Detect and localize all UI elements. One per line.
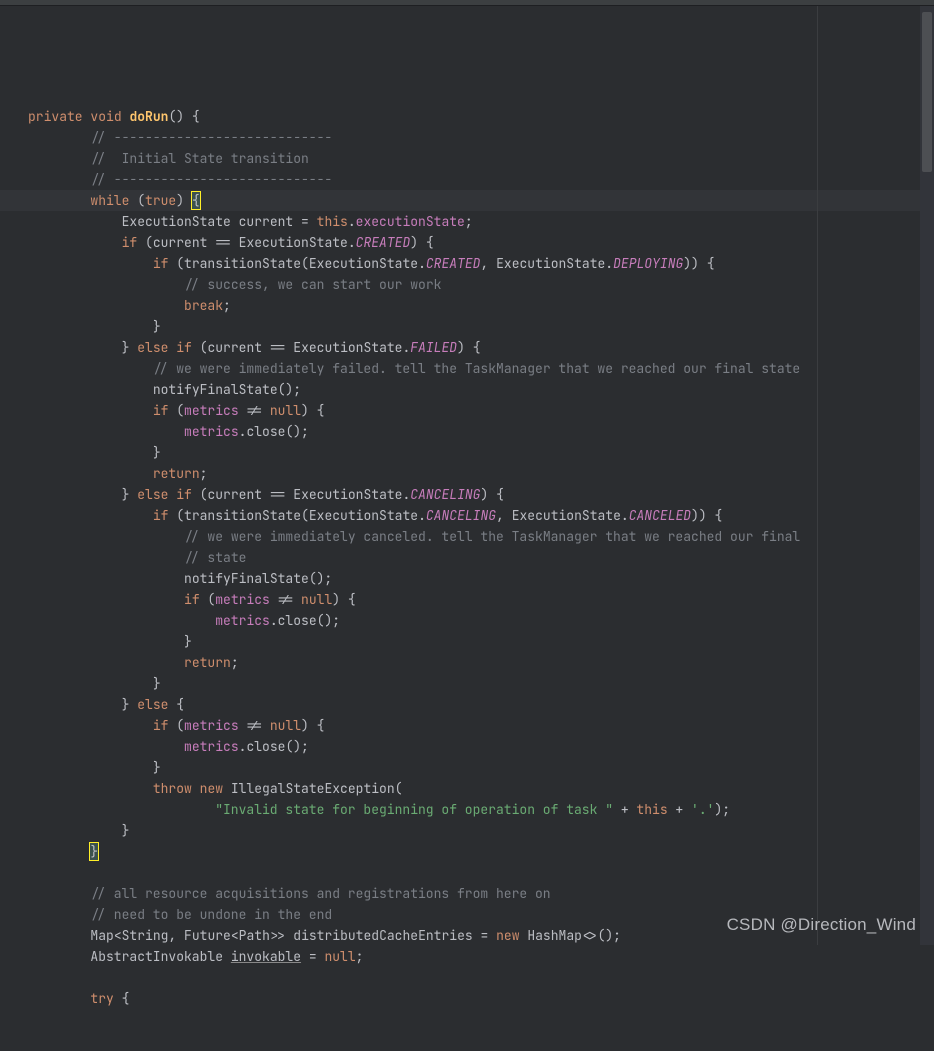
scroll-thumb[interactable] (922, 12, 932, 172)
code-line[interactable]: AbstractInvokable invokable = null; (28, 946, 920, 967)
code-line[interactable]: if (transitionState(ExecutionState.CANCE… (28, 505, 920, 526)
code-line[interactable]: } (28, 442, 920, 463)
code-line[interactable]: private void doRun() { (28, 106, 920, 127)
code-line[interactable]: if (metrics != null) { (28, 400, 920, 421)
code-line[interactable]: metrics.close(); (28, 736, 920, 757)
code-line[interactable]: // success, we can start our work (28, 274, 920, 295)
code-line[interactable]: // ---------------------------- (28, 169, 920, 190)
editor-area: private void doRun() { // --------------… (0, 6, 934, 945)
code-line[interactable]: // state (28, 547, 920, 568)
code-line[interactable]: // we were immediately failed. tell the … (28, 358, 920, 379)
code-line[interactable]: // ---------------------------- (28, 127, 920, 148)
gutter (0, 6, 12, 945)
code-line[interactable]: } (28, 316, 920, 337)
code-line[interactable]: } else { (28, 694, 920, 715)
code-line[interactable]: if (transitionState(ExecutionState.CREAT… (28, 253, 920, 274)
code-line[interactable]: "Invalid state for beginning of operatio… (28, 799, 920, 820)
code-line[interactable]: notifyFinalState(); (28, 379, 920, 400)
code-line[interactable]: try { (28, 988, 920, 1009)
code-viewport[interactable]: private void doRun() { // --------------… (12, 6, 920, 945)
code-line[interactable]: } (28, 631, 920, 652)
code-line[interactable]: // Initial State transition (28, 148, 920, 169)
code-line[interactable]: } else if (current == ExecutionState.FAI… (28, 337, 920, 358)
code-line[interactable]: throw new IllegalStateException( (28, 778, 920, 799)
code-line[interactable]: notifyFinalState(); (28, 568, 920, 589)
code-line[interactable]: while (true) { (0, 190, 920, 211)
code-line[interactable]: return; (28, 652, 920, 673)
code-line[interactable]: // we were immediately canceled. tell th… (28, 526, 920, 547)
right-margin-guide (817, 6, 818, 945)
code-line[interactable]: // all resource acquisitions and registr… (28, 883, 920, 904)
code-line[interactable]: } else if (current == ExecutionState.CAN… (28, 484, 920, 505)
code-line[interactable]: } (28, 673, 920, 694)
watermark-text: CSDN @Direction_Wind (727, 914, 916, 935)
code-line[interactable]: if (metrics != null) { (28, 715, 920, 736)
code-line[interactable]: if (current == ExecutionState.CREATED) { (28, 232, 920, 253)
code-line[interactable]: ExecutionState current = this.executionS… (28, 211, 920, 232)
code-line[interactable] (28, 862, 920, 883)
code-line[interactable]: break; (28, 295, 920, 316)
code-line[interactable] (28, 85, 920, 106)
code-line[interactable]: } (28, 757, 920, 778)
code-line[interactable]: metrics.close(); (28, 610, 920, 631)
code-line[interactable] (28, 967, 920, 988)
code-line[interactable]: metrics.close(); (28, 421, 920, 442)
code-line[interactable]: } (28, 820, 920, 841)
code-line[interactable]: } (28, 841, 920, 862)
code-line[interactable]: if (metrics != null) { (28, 589, 920, 610)
vertical-scrollbar[interactable] (920, 6, 934, 945)
code-line[interactable]: return; (28, 463, 920, 484)
